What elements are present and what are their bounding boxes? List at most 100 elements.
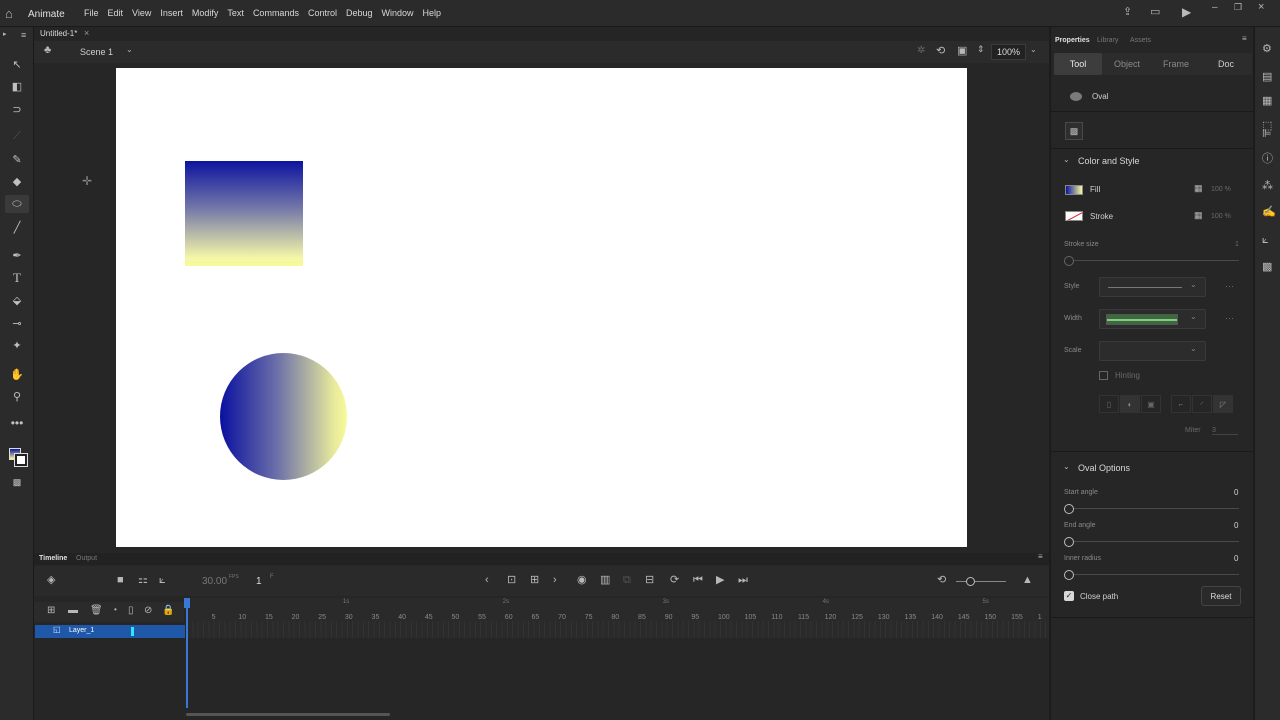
play-icon[interactable]: ▶ bbox=[716, 575, 724, 586]
prev-keyframe-icon[interactable]: ‹ bbox=[485, 575, 489, 586]
join-miter-icon[interactable]: ⌐ bbox=[1171, 395, 1191, 413]
scene-name[interactable]: Scene 1 bbox=[80, 47, 113, 57]
playhead[interactable] bbox=[186, 598, 188, 708]
eyedropper-tool-icon[interactable]: ⊸ bbox=[5, 314, 29, 332]
menu-insert[interactable]: Insert bbox=[160, 8, 183, 18]
oval-tool-icon[interactable]: ⬭ bbox=[5, 195, 29, 213]
chevron-down-icon[interactable]: ⌄ bbox=[1063, 156, 1070, 164]
info-panel-icon[interactable]: ⓘ bbox=[1262, 154, 1273, 165]
menu-window[interactable]: Window bbox=[382, 8, 414, 18]
bone-tool-icon[interactable]: ⟋ bbox=[5, 127, 29, 145]
stroke-alpha[interactable]: 100 % bbox=[1211, 213, 1231, 220]
end-angle-value[interactable]: 0 bbox=[1234, 521, 1238, 530]
stage[interactable] bbox=[116, 68, 967, 547]
fps-value[interactable]: 30.00 bbox=[202, 576, 227, 587]
tab-output[interactable]: Output bbox=[76, 555, 97, 562]
frame-range-icon[interactable]: ⊟ bbox=[645, 575, 654, 586]
chevron-down-icon[interactable]: ⌄ bbox=[126, 46, 133, 54]
inner-radius-value[interactable]: 0 bbox=[1234, 554, 1238, 563]
new-layer-icon[interactable]: ⊞ bbox=[47, 606, 55, 616]
share-icon[interactable]: ⇪ bbox=[1123, 7, 1132, 18]
brush-tool-icon[interactable]: ✎ bbox=[5, 150, 29, 168]
playhead-handle[interactable] bbox=[184, 598, 190, 608]
reset-button[interactable]: Reset bbox=[1201, 586, 1241, 606]
assets-panel-icon[interactable]: ▦ bbox=[1262, 96, 1272, 107]
tab-library[interactable]: Library bbox=[1097, 37, 1118, 44]
outline-icon[interactable]: ▯ bbox=[128, 606, 134, 616]
menu-commands[interactable]: Commands bbox=[253, 8, 299, 18]
highlight-layer-icon[interactable]: • bbox=[114, 606, 117, 614]
menu-text[interactable]: Text bbox=[227, 8, 244, 18]
undo-zoom-icon[interactable]: ⟲ bbox=[937, 575, 946, 586]
lasso-tool-icon[interactable]: ⊃ bbox=[5, 100, 29, 118]
stroke-color-swatch[interactable] bbox=[14, 453, 28, 467]
join-round-icon[interactable]: ◜ bbox=[1192, 395, 1212, 413]
line-tool-icon[interactable]: ╱ bbox=[5, 218, 29, 236]
menu-view[interactable]: View bbox=[132, 8, 151, 18]
panel-menu-icon[interactable]: ≡ bbox=[21, 31, 26, 40]
more-options-icon[interactable]: ⋯ bbox=[1225, 281, 1234, 292]
style-dropdown[interactable]: ⌄ bbox=[1099, 277, 1206, 297]
cap-round-icon[interactable]: ◐ bbox=[1120, 395, 1140, 413]
tab-assets[interactable]: Assets bbox=[1130, 37, 1151, 44]
minimize-icon[interactable]: – bbox=[1212, 3, 1218, 13]
fill-alpha[interactable]: 100 % bbox=[1211, 186, 1231, 193]
stroke-size-knob[interactable] bbox=[1064, 256, 1074, 266]
cap-none-icon[interactable]: ▯ bbox=[1099, 395, 1119, 413]
mountains-icon[interactable]: ▲ bbox=[1022, 575, 1033, 586]
fit-stage-icon[interactable]: ⇕ bbox=[977, 45, 985, 54]
close-window-icon[interactable]: × bbox=[1258, 2, 1264, 13]
align-panel-icon[interactable]: ⊫ bbox=[1262, 129, 1272, 140]
frame-grid[interactable]: 1s 2s 3s 4s 5s 5 10 15 20 25 30 35 40 45 50 55 60 65 70 75… bbox=[187, 598, 1049, 638]
code-snippets-icon[interactable]: ✍ bbox=[1262, 207, 1276, 218]
clip-stage-icon[interactable]: ▣ bbox=[957, 46, 967, 57]
zoom-field[interactable]: 100% bbox=[991, 44, 1026, 60]
join-bevel-icon[interactable]: ◸ bbox=[1213, 395, 1233, 413]
start-angle-value[interactable]: 0 bbox=[1234, 488, 1238, 497]
properties-panel-icon[interactable]: ⚙ bbox=[1262, 44, 1272, 55]
layer-frames[interactable] bbox=[187, 621, 1049, 638]
pen-tool-icon[interactable]: ✒ bbox=[5, 246, 29, 264]
swatches-panel-icon[interactable]: ▩ bbox=[1262, 262, 1272, 273]
panel-menu-icon[interactable]: ≡ bbox=[1038, 553, 1043, 561]
collapse-icon[interactable]: ▸ bbox=[3, 31, 7, 38]
home-icon[interactable]: ⌂ bbox=[5, 7, 13, 20]
text-tool-icon[interactable]: T bbox=[5, 269, 29, 287]
inner-radius-slider[interactable] bbox=[1069, 574, 1239, 575]
stroke-size-value[interactable]: 1 bbox=[1235, 241, 1239, 248]
zoom-dropdown-icon[interactable]: ⌄ bbox=[1030, 46, 1037, 54]
more-options-icon[interactable]: ⋯ bbox=[1225, 313, 1234, 324]
snap-icon[interactable]: ✲ bbox=[917, 46, 925, 56]
tab-tool[interactable]: Tool bbox=[1054, 53, 1102, 75]
color-rotate-icon[interactable]: ⟲ bbox=[936, 46, 945, 57]
fill-swatch[interactable] bbox=[1065, 185, 1083, 195]
tab-object[interactable]: Object bbox=[1103, 53, 1151, 75]
layer-row[interactable]: ◱ Layer_1 bbox=[35, 625, 185, 638]
current-frame[interactable]: 1 bbox=[256, 576, 262, 587]
oval-options-header[interactable]: Oval Options bbox=[1078, 463, 1130, 473]
end-angle-knob[interactable] bbox=[1064, 537, 1074, 547]
new-folder-icon[interactable]: ▬ bbox=[68, 606, 78, 616]
color-panel-icon[interactable]: ⁂ bbox=[1262, 181, 1273, 192]
zoom-tool-icon[interactable]: ⚲ bbox=[5, 387, 29, 405]
end-angle-slider[interactable] bbox=[1069, 541, 1239, 542]
timeline-scrollbar[interactable] bbox=[186, 713, 390, 716]
gradient-circle[interactable] bbox=[220, 353, 347, 480]
close-tab-icon[interactable]: × bbox=[84, 28, 89, 38]
stroke-swatch[interactable] bbox=[1065, 211, 1083, 221]
color-style-header[interactable]: Color and Style bbox=[1078, 156, 1140, 166]
menu-control[interactable]: Control bbox=[308, 8, 337, 18]
parenting-icon[interactable]: ⚏ bbox=[138, 575, 148, 586]
gradient-rectangle[interactable] bbox=[185, 161, 303, 266]
miter-value[interactable]: 3 bbox=[1212, 427, 1238, 435]
width-dropdown[interactable]: ⌄ bbox=[1099, 309, 1206, 329]
hide-layer-icon[interactable]: ⊘ bbox=[144, 606, 152, 616]
hinting-checkbox[interactable] bbox=[1099, 371, 1108, 380]
menu-edit[interactable]: Edit bbox=[108, 8, 124, 18]
layer-name[interactable]: Layer_1 bbox=[69, 627, 94, 634]
next-keyframe-icon[interactable]: › bbox=[553, 575, 557, 586]
insert-keyframe-icon[interactable]: ⊡ bbox=[507, 575, 516, 586]
loop-icon[interactable]: ⟳ bbox=[670, 575, 679, 586]
tab-properties[interactable]: Properties bbox=[1055, 37, 1090, 44]
delete-layer-icon[interactable]: 🗑 bbox=[90, 606, 103, 616]
